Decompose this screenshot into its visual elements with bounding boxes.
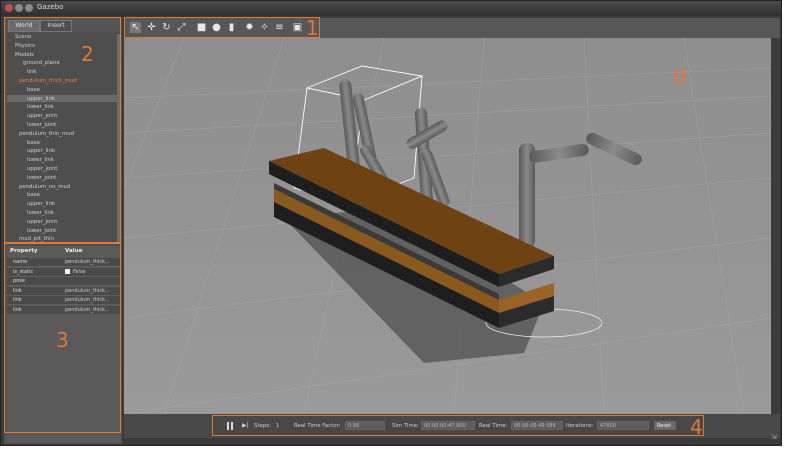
annotation-number-2: 2: [81, 42, 94, 66]
annotation-box-toolbar: [124, 17, 320, 38]
resize-grip-icon[interactable]: ⇲: [771, 433, 777, 441]
minimize-window-button[interactable]: [15, 4, 23, 12]
annotation-box-time-panel: [212, 415, 704, 436]
annotation-number-0: 0: [674, 65, 687, 89]
3d-scene-viewport[interactable]: [124, 38, 771, 414]
maximize-window-button[interactable]: [25, 4, 33, 12]
annotation-number-1: 1: [306, 16, 319, 40]
annotation-number-4: 4: [690, 415, 703, 439]
annotation-number-3: 3: [56, 328, 69, 352]
annotation-box-world-tree: [4, 17, 121, 243]
window-title: Gazebo: [37, 3, 64, 11]
close-window-button[interactable]: [5, 4, 13, 12]
title-bar: Gazebo: [1, 1, 781, 16]
right-panel-collapse-strip[interactable]: [771, 38, 780, 414]
